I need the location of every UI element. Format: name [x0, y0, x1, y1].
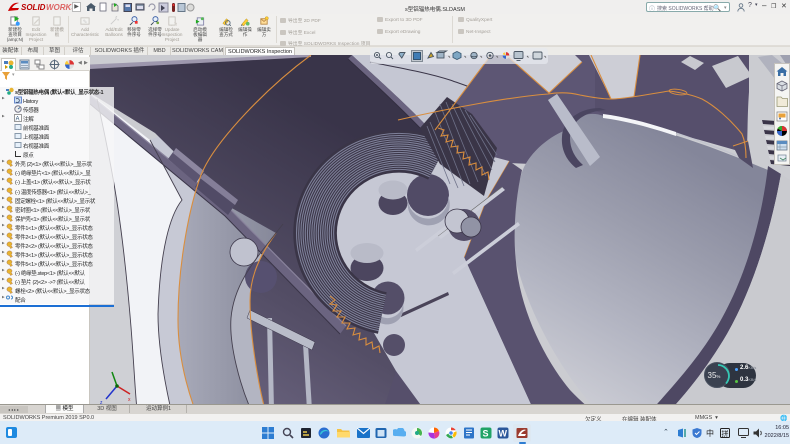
svg-text:✎: ✎ [83, 19, 88, 25]
svg-text:W: W [499, 429, 508, 439]
svg-text:A: A [16, 117, 20, 123]
svg-text:S: S [483, 429, 489, 439]
svg-text:拼: 拼 [722, 429, 729, 438]
svg-text:SOLID: SOLID [21, 3, 46, 12]
